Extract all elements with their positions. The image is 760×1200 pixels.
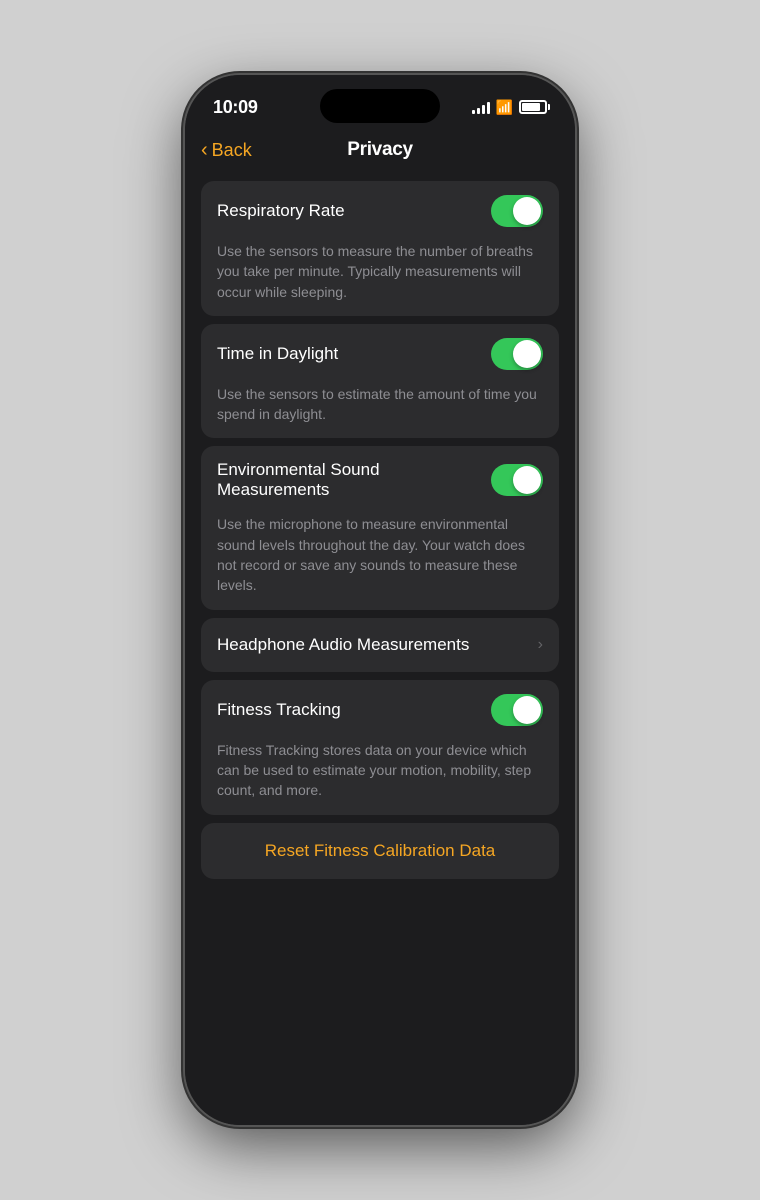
environmental-sound-card: Environmental Sound Measurements Use the… (201, 446, 559, 609)
reset-fitness-card[interactable]: Reset Fitness Calibration Data (201, 823, 559, 879)
respiratory-rate-row: Respiratory Rate (201, 181, 559, 241)
headphone-audio-card[interactable]: Headphone Audio Measurements › (201, 618, 559, 672)
time-in-daylight-toggle-thumb (513, 340, 541, 368)
time-in-daylight-label: Time in Daylight (217, 344, 491, 364)
back-button[interactable]: ‹ Back (201, 139, 252, 162)
fitness-tracking-row: Fitness Tracking (201, 680, 559, 740)
back-chevron-icon: ‹ (201, 139, 208, 162)
headphone-audio-label: Headphone Audio Measurements (217, 635, 538, 655)
respiratory-rate-card: Respiratory Rate Use the sensors to meas… (201, 181, 559, 316)
battery-fill (522, 103, 540, 111)
status-time: 10:09 (213, 97, 258, 118)
environmental-sound-description: Use the microphone to measure environmen… (201, 514, 559, 609)
headphone-audio-chevron-icon: › (538, 636, 543, 654)
environmental-sound-row: Environmental Sound Measurements (201, 446, 559, 514)
signal-bar-4 (487, 102, 490, 114)
fitness-tracking-description: Fitness Tracking stores data on your dev… (201, 740, 559, 815)
status-icons: 📶 (472, 99, 547, 116)
page-title: Privacy (347, 139, 413, 161)
time-in-daylight-row: Time in Daylight (201, 324, 559, 384)
fitness-tracking-toggle[interactable] (491, 694, 543, 726)
screen: 10:09 📶 ‹ Back Privacy (185, 75, 575, 1125)
signal-bar-2 (477, 108, 480, 114)
reset-fitness-label: Reset Fitness Calibration Data (265, 841, 496, 861)
scroll-content[interactable]: Respiratory Rate Use the sensors to meas… (185, 173, 575, 1125)
respiratory-rate-label: Respiratory Rate (217, 201, 491, 221)
fitness-tracking-toggle-thumb (513, 696, 541, 724)
dynamic-island (320, 89, 440, 123)
back-label: Back (212, 140, 252, 161)
signal-bar-3 (482, 105, 485, 114)
headphone-audio-row[interactable]: Headphone Audio Measurements › (201, 618, 559, 672)
environmental-sound-toggle[interactable] (491, 464, 543, 496)
environmental-sound-label: Environmental Sound Measurements (217, 460, 491, 500)
time-in-daylight-card: Time in Daylight Use the sensors to esti… (201, 324, 559, 439)
battery-icon (519, 100, 547, 114)
reset-fitness-button[interactable]: Reset Fitness Calibration Data (201, 823, 559, 879)
time-in-daylight-description: Use the sensors to estimate the amount o… (201, 384, 559, 439)
fitness-tracking-card: Fitness Tracking Fitness Tracking stores… (201, 680, 559, 815)
respiratory-rate-toggle[interactable] (491, 195, 543, 227)
signal-bars-icon (472, 100, 490, 114)
fitness-tracking-label: Fitness Tracking (217, 700, 491, 720)
wifi-icon: 📶 (496, 99, 513, 116)
environmental-sound-toggle-thumb (513, 466, 541, 494)
signal-bar-1 (472, 110, 475, 114)
phone-frame: 10:09 📶 ‹ Back Privacy (185, 75, 575, 1125)
time-in-daylight-toggle[interactable] (491, 338, 543, 370)
nav-bar: ‹ Back Privacy (185, 131, 575, 173)
respiratory-rate-description: Use the sensors to measure the number of… (201, 241, 559, 316)
respiratory-rate-toggle-thumb (513, 197, 541, 225)
